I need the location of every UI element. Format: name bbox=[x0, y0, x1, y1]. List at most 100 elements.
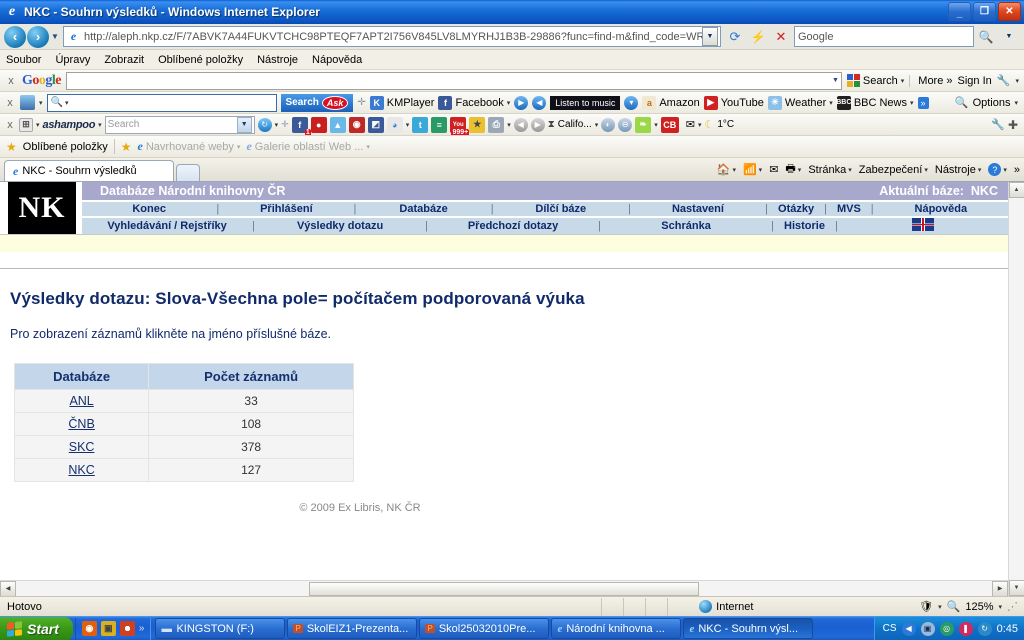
scroll-left-icon[interactable]: ◀ bbox=[0, 580, 16, 596]
security-icon[interactable]: 🛡 bbox=[919, 600, 933, 613]
network-icon[interactable]: ▣ bbox=[920, 621, 935, 636]
search-go-icon[interactable]: 🔍 bbox=[975, 26, 997, 48]
weather-widget[interactable]: ☾ 1°C bbox=[704, 118, 734, 131]
volume-icon[interactable]: ◀ bbox=[901, 621, 916, 636]
back-arrow-icon[interactable]: ‹ bbox=[4, 25, 26, 48]
close-toolbar-icon[interactable]: x bbox=[4, 97, 16, 109]
recent-pages-dropdown[interactable]: ▼ bbox=[49, 32, 61, 41]
chevron-down-icon[interactable]: ▾ bbox=[507, 99, 511, 107]
taskbar-item-nkc-souhrn[interactable]: e NKC - Souhrn výsl... bbox=[683, 618, 814, 639]
plus-icon[interactable]: ✚ bbox=[1008, 118, 1020, 132]
taskbar-item-skol25032010[interactable]: P Skol25032010Pre... bbox=[419, 618, 550, 639]
update-icon[interactable]: ↻ bbox=[977, 621, 992, 636]
battery-icon[interactable]: ❚ bbox=[958, 621, 973, 636]
nav-item-napoveda[interactable]: Nápověda bbox=[874, 203, 1008, 215]
url-bar[interactable]: e http://aleph.nkp.cz/F/7ABVK7A44FUKVTCH… bbox=[63, 26, 721, 47]
chevron-down-icon[interactable]: ▾ bbox=[406, 121, 410, 129]
screenshot-icon[interactable]: ⎙ bbox=[488, 116, 505, 133]
help-icon[interactable]: ? ▾ bbox=[988, 163, 1007, 176]
chevron-down-icon[interactable]: ▼ bbox=[236, 116, 252, 133]
toolbar-overflow-icon[interactable]: » bbox=[1014, 164, 1020, 176]
firefox-icon[interactable]: ◉ bbox=[81, 621, 97, 636]
leaf-icon[interactable]: ❧ bbox=[635, 116, 652, 133]
search-input[interactable]: Google bbox=[794, 26, 974, 47]
menu-item-nastroje[interactable]: Nástroje bbox=[257, 54, 298, 66]
quick-launch-overflow-icon[interactable]: » bbox=[139, 623, 145, 634]
facebook-icon[interactable]: f1 bbox=[291, 116, 311, 135]
next-icon[interactable]: ▶ bbox=[530, 117, 545, 132]
wrench-icon[interactable]: 🔧 bbox=[991, 118, 1005, 131]
cb-icon[interactable]: CB bbox=[660, 116, 679, 133]
chevron-down-icon[interactable]: ▾ bbox=[366, 143, 370, 151]
vertical-scrollbar[interactable]: ▲ ▼ bbox=[1008, 182, 1024, 596]
home-icon[interactable]: 🏠 ▾ bbox=[717, 163, 736, 176]
chevron-down-icon[interactable]: ▾ bbox=[275, 121, 279, 129]
nav-item-databaze[interactable]: Databáze bbox=[356, 203, 490, 215]
database-link-nkc[interactable]: NKC bbox=[68, 463, 94, 477]
new-tab-button[interactable] bbox=[176, 164, 200, 181]
taskbar-clock[interactable]: 0:45 bbox=[997, 623, 1018, 635]
menu-item-oblibene-polozky[interactable]: Oblíbené položky bbox=[158, 54, 243, 66]
favorite-item-navrhovane-weby[interactable]: e Navrhované weby ▾ bbox=[138, 139, 241, 154]
tools-menu-button[interactable]: Nástroje ▾ bbox=[935, 164, 981, 176]
toolbar-item-bbc-news[interactable]: BBC BBC News ▾ bbox=[836, 95, 914, 110]
ask-search-button[interactable]: Search Ask bbox=[280, 93, 354, 112]
ask-search-input[interactable]: 🔍 ▾ bbox=[46, 93, 277, 112]
chart-icon[interactable]: ◩ bbox=[367, 116, 384, 133]
chevron-down-icon[interactable]: ▾ bbox=[65, 99, 69, 107]
signin-label[interactable]: Sign In bbox=[958, 75, 992, 87]
app-icon[interactable]: ≡ bbox=[431, 116, 448, 133]
youtube-icon[interactable]: You 999+ bbox=[450, 116, 470, 135]
menu-item-napoveda[interactable]: Nápověda bbox=[312, 54, 362, 66]
url-dropdown-icon[interactable]: ▼ bbox=[702, 27, 718, 46]
chevron-down-icon[interactable]: ▾ bbox=[39, 99, 43, 107]
maximize-button[interactable]: ❐ bbox=[973, 2, 996, 21]
stop-icon[interactable]: ✕ bbox=[770, 26, 792, 48]
database-link-anl[interactable]: ANL bbox=[69, 394, 93, 408]
add-favorite-icon[interactable]: ★ bbox=[121, 140, 132, 154]
toolbar-item-facebook[interactable]: f Facebook ▾ bbox=[438, 95, 511, 110]
app-icon[interactable]: ▣ bbox=[100, 621, 116, 636]
zoom-level[interactable]: 125% bbox=[965, 601, 993, 613]
refresh-icon[interactable]: ↻ bbox=[257, 117, 272, 132]
nav-item-otazky[interactable]: Otázky bbox=[768, 203, 824, 215]
database-link-skc[interactable]: SKC bbox=[69, 440, 95, 454]
favorite-item-galerie-oblasti-web[interactable]: e Galerie oblastí Web ... ▾ bbox=[246, 139, 369, 154]
prev-icon[interactable]: ◀ bbox=[513, 117, 528, 132]
language-flag-button[interactable] bbox=[838, 218, 1008, 234]
chevron-down-icon[interactable]: ▾ bbox=[624, 95, 639, 110]
forward-arrow-icon[interactable]: › bbox=[27, 25, 49, 48]
ask-options-button[interactable]: 🔍 Options ▾ bbox=[955, 96, 1020, 110]
google-search-input[interactable]: ▼ bbox=[66, 71, 842, 90]
google-more-button[interactable]: More » bbox=[909, 74, 953, 87]
taskbar-item-kingston[interactable]: ▬ KINGSTON (F:) bbox=[155, 618, 286, 639]
nav-item-prihlaseni[interactable]: Přihlášení bbox=[219, 203, 353, 215]
toolbar-item-listen-to-music[interactable]: Listen to music bbox=[550, 95, 621, 110]
scroll-track[interactable] bbox=[1008, 198, 1024, 580]
twitter-icon[interactable]: t bbox=[412, 116, 429, 133]
chevron-down-icon[interactable]: ▾ bbox=[595, 121, 599, 129]
toolbar-item-weather[interactable]: ☀ Weather ▾ bbox=[767, 95, 833, 110]
mail-icon[interactable]: ✉ bbox=[769, 163, 778, 176]
chevron-down-icon[interactable]: ▾ bbox=[798, 166, 802, 174]
chevron-down-icon[interactable]: ▾ bbox=[901, 77, 905, 85]
refresh-icon[interactable]: ⟳ bbox=[724, 26, 746, 48]
close-toolbar-icon[interactable]: x bbox=[5, 75, 17, 87]
nav-item-dilci-baze[interactable]: Dílčí báze bbox=[494, 203, 628, 215]
location-label[interactable]: Califo... bbox=[558, 119, 592, 130]
chevron-down-icon[interactable]: ▾ bbox=[98, 121, 102, 129]
resize-grip-icon[interactable]: ⋰ bbox=[1007, 600, 1018, 613]
horizontal-scrollbar[interactable]: ◀ ▶ bbox=[0, 580, 1008, 596]
record-icon[interactable]: ● bbox=[310, 116, 327, 133]
start-button[interactable]: Start bbox=[0, 616, 73, 640]
taskbar-item-skoleiz1[interactable]: P SkolEIZ1-Prezenta... bbox=[287, 618, 418, 639]
star-icon[interactable]: ★ bbox=[469, 116, 486, 133]
scroll-down-icon[interactable]: ▼ bbox=[1008, 580, 1024, 596]
minus-icon[interactable]: ⊖ bbox=[618, 117, 633, 132]
scroll-right-icon[interactable]: ▶ bbox=[992, 580, 1008, 596]
toolbar-item-youtube[interactable]: ▶ YouTube bbox=[703, 95, 764, 110]
scroll-track[interactable] bbox=[16, 580, 992, 596]
nav-item-vyhledavani-rejstriky[interactable]: Vyhledávání / Rejstříky bbox=[82, 220, 252, 232]
wrench-icon[interactable]: 🔧 bbox=[997, 74, 1011, 87]
chevron-down-icon[interactable]: ▾ bbox=[829, 99, 833, 107]
